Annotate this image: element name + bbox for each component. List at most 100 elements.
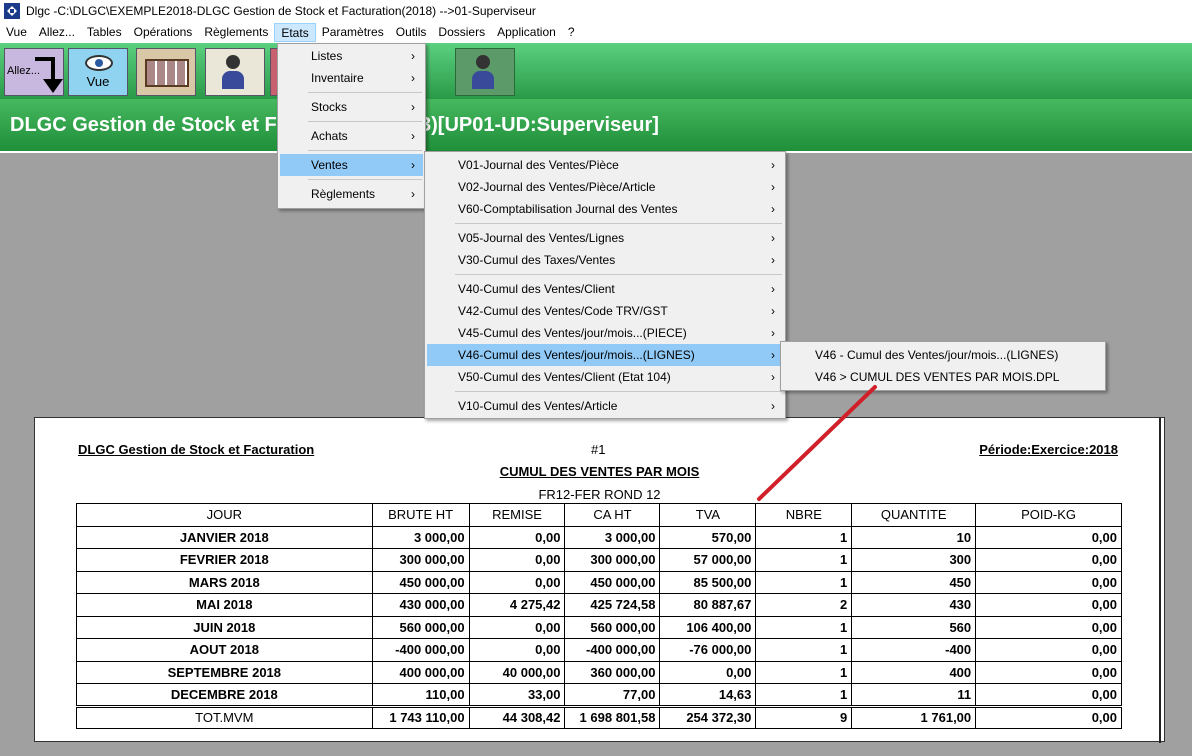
cell: 1 [755, 660, 853, 684]
cell: 80 887,67 [659, 593, 757, 617]
cell: 560 000,00 [564, 615, 661, 639]
chevron-right-icon: › [771, 253, 775, 267]
menu-help[interactable]: ? [562, 23, 581, 42]
view-label: Vue [86, 74, 110, 89]
chevron-right-icon: › [411, 49, 415, 63]
cell: MAI 2018 [76, 593, 373, 617]
menu-item-v45[interactable]: V45-Cumul des Ventes/jour/mois...(PIECE)… [427, 322, 783, 344]
menu-item-stocks[interactable]: Stocks › [280, 96, 423, 118]
menu-outils[interactable]: Outils [390, 23, 433, 42]
menu-item-v02[interactable]: V02-Journal des Ventes/Pièce/Article › [427, 176, 783, 198]
menu-tables[interactable]: Tables [81, 23, 128, 42]
menu-item-reglements[interactable]: Règlements › [280, 183, 423, 205]
cell: 0,00 [468, 638, 566, 662]
v46-submenu: V46 - Cumul des Ventes/jour/mois...(LIGN… [780, 341, 1106, 391]
menu-operations[interactable]: Opérations [128, 23, 199, 42]
cell: 0,00 [975, 683, 1122, 707]
chevron-right-icon: › [771, 282, 775, 296]
stock-button[interactable] [205, 48, 265, 96]
col-ca-ht: CA HT [564, 503, 661, 527]
user-button[interactable] [455, 48, 515, 96]
report-number: #1 [591, 442, 606, 457]
grid-icon [145, 59, 189, 87]
menu-item-label: Règlements [311, 187, 376, 201]
cell: 106 400,00 [659, 615, 757, 639]
menu-separator [455, 223, 782, 224]
cell: TOT.MVM [76, 704, 373, 729]
menu-item-label: V05-Journal des Ventes/Lignes [458, 231, 625, 245]
cell: 3 000,00 [371, 525, 470, 549]
table-row: DECEMBRE 2018 110,00 33,00 77,00 14,63 1… [76, 683, 1122, 707]
cell: 1 [755, 683, 853, 707]
cell: 9 [755, 704, 853, 729]
chevron-right-icon: › [411, 158, 415, 172]
chevron-right-icon: › [411, 187, 415, 201]
banner-title: DLGC Gestion de Stock et F [10, 114, 277, 136]
menu-item-label: Stocks [311, 100, 348, 114]
cell: 1 [755, 638, 853, 662]
cell: 0,00 [468, 615, 566, 639]
cell: 0,00 [975, 525, 1122, 549]
view-button[interactable]: Vue [68, 48, 128, 96]
table-row: SEPTEMBRE 2018 400 000,00 40 000,00 360 … [76, 660, 1122, 684]
menu-etats[interactable]: Etats [274, 23, 316, 42]
cell: 0,00 [468, 570, 566, 594]
menu-item-label: Achats [311, 129, 348, 143]
menu-vue[interactable]: Vue [0, 23, 33, 42]
menu-item-v30[interactable]: V30-Cumul des Taxes/Ventes › [427, 249, 783, 271]
cell: 0,00 [468, 525, 566, 549]
chevron-right-icon: › [771, 399, 775, 413]
cell: 425 724,58 [564, 593, 661, 617]
cell: 254 372,30 [659, 704, 757, 729]
menu-application[interactable]: Application [491, 23, 562, 42]
window-title: Dlgc -C:\DLGC\EXEMPLE2018-DLGC Gestion d… [26, 4, 536, 18]
menu-item-label: V40-Cumul des Ventes/Client [458, 282, 615, 296]
cell: MARS 2018 [76, 570, 373, 594]
cell: 0,00 [975, 570, 1122, 594]
col-jour: JOUR [76, 503, 373, 527]
cell: SEPTEMBRE 2018 [76, 660, 373, 684]
cell: 11 [851, 683, 977, 707]
menu-item-v46-dpl[interactable]: V46 > CUMUL DES VENTES PAR MOIS.DPL [783, 366, 1103, 388]
menu-item-label: Inventaire [311, 71, 364, 85]
menu-item-v50[interactable]: V50-Cumul des Ventes/Client (Etat 104) › [427, 366, 783, 388]
eye-icon [85, 55, 113, 71]
menu-item-listes[interactable]: Listes › [280, 45, 423, 67]
menu-item-v05[interactable]: V05-Journal des Ventes/Lignes › [427, 227, 783, 249]
tables-button[interactable] [136, 48, 196, 96]
cell: 360 000,00 [564, 660, 661, 684]
chevron-right-icon: › [771, 180, 775, 194]
menu-allez[interactable]: Allez... [33, 23, 81, 42]
menu-dossiers[interactable]: Dossiers [432, 23, 491, 42]
menu-separator [455, 391, 782, 392]
cell: 1 [755, 615, 853, 639]
menu-item-v46[interactable]: V46-Cumul des Ventes/jour/mois...(LIGNES… [427, 344, 783, 366]
menu-item-label: V45-Cumul des Ventes/jour/mois...(PIECE) [458, 326, 687, 340]
menu-item-label: V10-Cumul des Ventes/Article [458, 399, 618, 413]
menu-item-v46-lignes[interactable]: V46 - Cumul des Ventes/jour/mois...(LIGN… [783, 344, 1103, 366]
menu-item-inventaire[interactable]: Inventaire › [280, 67, 423, 89]
cell: 560 [851, 615, 977, 639]
menu-item-v42[interactable]: V42-Cumul des Ventes/Code TRV/GST › [427, 300, 783, 322]
cell: 400 000,00 [371, 660, 470, 684]
cell: -400 000,00 [371, 638, 470, 662]
menu-item-achats[interactable]: Achats › [280, 125, 423, 147]
table-header: JOUR BRUTE HT REMISE CA HT TVA NBRE QUAN… [76, 503, 1122, 527]
menu-item-v40[interactable]: V40-Cumul des Ventes/Client › [427, 278, 783, 300]
etats-dropdown: Listes › Inventaire › Stocks › Achats › Vent… [277, 43, 426, 209]
cell: JUIN 2018 [76, 615, 373, 639]
cell: 0,00 [975, 638, 1122, 662]
col-remise: REMISE [468, 503, 566, 527]
menu-reglements[interactable]: Règlements [198, 23, 274, 42]
menu-item-v60[interactable]: V60-Comptabilisation Journal des Ventes › [427, 198, 783, 220]
goto-button[interactable]: Allez... [4, 48, 64, 96]
menu-item-label: Ventes [311, 158, 348, 172]
chevron-right-icon: › [771, 231, 775, 245]
menu-parametres[interactable]: Paramètres [316, 23, 390, 42]
report-scrollbar-edge [1159, 418, 1161, 743]
menu-item-v01[interactable]: V01-Journal des Ventes/Pièce › [427, 154, 783, 176]
app-icon [4, 3, 20, 19]
menu-item-v10[interactable]: V10-Cumul des Ventes/Article › [427, 395, 783, 417]
chevron-right-icon: › [771, 158, 775, 172]
menu-item-ventes[interactable]: Ventes › [280, 154, 423, 176]
